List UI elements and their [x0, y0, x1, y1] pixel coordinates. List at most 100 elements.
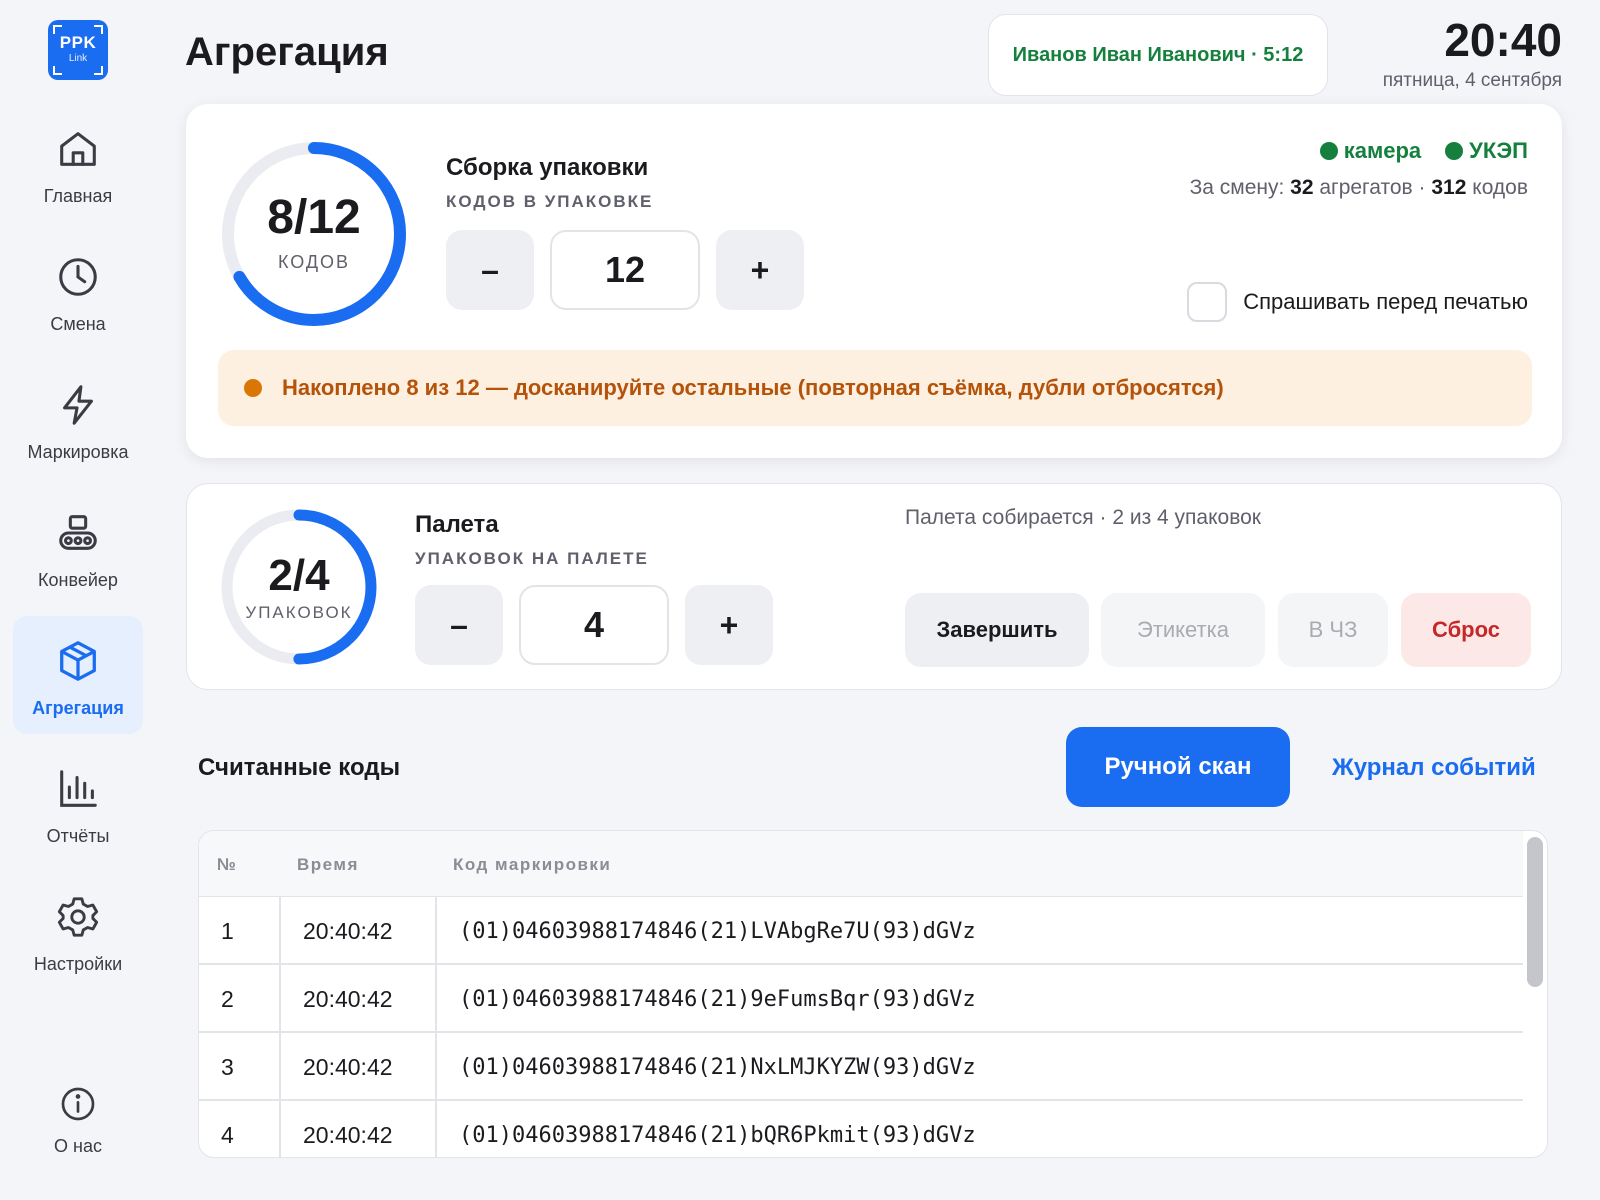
clock: 20:40 пятница, 4 сентября — [1383, 14, 1562, 92]
sidebar-item-marking[interactable]: Маркировка — [13, 360, 143, 478]
sidebar-item-aggregation[interactable]: Агрегация — [13, 616, 143, 734]
package-progress-unit: КОДОВ — [277, 252, 351, 272]
sidebar-item-home[interactable]: Главная — [13, 104, 143, 222]
box-icon — [60, 641, 96, 681]
user-shift-chip[interactable]: Иванов Иван Иванович · 5:12 — [988, 14, 1328, 96]
row-time: 20:40:42 — [281, 897, 437, 965]
clock-time: 20:40 — [1444, 14, 1562, 66]
logo-subtext: Link — [68, 53, 88, 64]
pallet-title: Палета — [415, 511, 499, 538]
camera-status-label: камера — [1343, 138, 1422, 163]
table-header: № Время Код маркировки — [199, 831, 1523, 897]
accumulation-warning: Накоплено 8 из 12 — досканируйте остальн… — [218, 350, 1532, 426]
column-header-time: Время — [297, 855, 359, 874]
table-row: 3 20:40:42 (01)04603988174846(21)NxLMJKY… — [199, 1033, 1523, 1101]
shift-aggregates-count: 32 — [1290, 176, 1314, 199]
pallet-progress-ring: 2/4 УПАКОВОК — [219, 507, 379, 667]
home-icon — [60, 132, 96, 166]
row-number: 1 — [199, 897, 281, 965]
pallet-progress-value: 2/4 — [268, 551, 330, 600]
scrollbar-thumb[interactable] — [1527, 837, 1543, 987]
row-time: 20:40:42 — [281, 1101, 437, 1157]
package-decrement-button[interactable]: – — [446, 230, 534, 310]
table-row: 4 20:40:42 (01)04603988174846(21)bQR6Pkm… — [199, 1101, 1523, 1157]
sidebar-item-shift[interactable]: Смена — [13, 232, 143, 350]
shift-codes-count: 312 — [1431, 176, 1467, 199]
warning-text: Накоплено 8 из 12 — досканируйте остальн… — [282, 375, 1224, 400]
sidebar-item-label: Маркировка — [27, 442, 129, 462]
warning-dot — [244, 379, 262, 397]
ask-before-print-checkbox[interactable] — [1187, 282, 1228, 322]
sidebar-item-label: Настройки — [33, 954, 123, 974]
info-icon — [61, 1087, 95, 1121]
row-time: 20:40:42 — [281, 1033, 437, 1101]
table-row: 1 20:40:42 (01)04603988174846(21)LVAbgRe… — [199, 897, 1523, 965]
pallet-size-value[interactable]: 4 — [519, 585, 669, 665]
scanned-codes-title: Считанные коды — [198, 754, 401, 781]
package-increment-button[interactable]: + — [716, 230, 804, 310]
column-header-no: № — [217, 855, 238, 874]
gear-icon — [57, 897, 99, 937]
clock-date: пятница, 4 сентября — [1382, 70, 1562, 91]
row-number: 2 — [199, 965, 281, 1033]
package-title: Сборка упаковки — [446, 154, 649, 181]
package-progress-ring: 8/12 КОДОВ — [218, 138, 410, 330]
device-status: камера УКЭП — [1319, 138, 1528, 164]
sidebar-item-label: О нас — [54, 1136, 102, 1156]
column-header-code: Код маркировки — [453, 855, 612, 874]
sidebar-item-label: Отчёты — [46, 826, 110, 846]
sidebar-item-settings[interactable]: Настройки — [13, 872, 143, 990]
finish-button[interactable]: Завершить — [905, 593, 1089, 667]
sidebar: PPK Link Главная Смена Маркировка Конвей… — [0, 0, 156, 1200]
pallet-increment-button[interactable]: + — [685, 585, 773, 665]
shift-codes-label: кодов — [1472, 176, 1528, 199]
shift-aggregates-label: агрегатов · — [1319, 176, 1426, 199]
row-number: 4 — [199, 1101, 281, 1157]
row-code: (01)04603988174846(21)NxLMJKYZW(93)dGVz — [459, 1054, 976, 1080]
row-time: 20:40:42 — [281, 965, 437, 1033]
lightning-icon — [63, 385, 93, 425]
ukep-status-label: УКЭП — [1469, 138, 1528, 163]
manual-scan-button[interactable]: Ручной скан — [1066, 727, 1290, 807]
sidebar-item-label: Главная — [43, 186, 113, 206]
ask-before-print-label: Спрашивать перед печатью — [1243, 289, 1528, 314]
label-button[interactable]: Этикетка — [1101, 593, 1265, 667]
ask-before-print[interactable]: Спрашивать перед печатью — [1187, 282, 1528, 322]
ukep-status-dot — [1445, 142, 1464, 160]
reset-button[interactable]: Сброс — [1401, 593, 1531, 667]
package-progress-value: 8/12 — [267, 191, 361, 244]
pallet-subtitle: УПАКОВОК НА ПАЛЕТЕ — [415, 549, 649, 568]
row-code: (01)04603988174846(21)bQR6Pkmit(93)dGVz — [459, 1122, 976, 1148]
event-journal-link[interactable]: Журнал событий — [1332, 754, 1536, 782]
app-logo: PPK Link — [48, 20, 108, 80]
clock-icon — [59, 258, 97, 296]
pallet-progress-unit: УПАКОВОК — [245, 603, 353, 622]
row-code: (01)04603988174846(21)LVAbgRe7U(93)dGVz — [459, 918, 976, 944]
shift-stats: За смену: 32 агрегатов · 312 кодов — [1190, 176, 1528, 200]
package-size-value[interactable]: 12 — [550, 230, 700, 310]
package-subtitle: КОДОВ В УПАКОВКЕ — [446, 192, 654, 211]
page-title: Агрегация — [185, 30, 389, 74]
package-assembly-card: 8/12 КОДОВ Сборка упаковки КОДОВ В УПАКО… — [186, 104, 1562, 458]
sidebar-item-about[interactable]: О нас — [13, 1070, 143, 1180]
sidebar-item-reports[interactable]: Отчёты — [13, 744, 143, 862]
camera-status: камера — [1319, 138, 1422, 164]
pallet-card: 2/4 УПАКОВОК Палета УПАКОВОК НА ПАЛЕТЕ –… — [186, 483, 1562, 690]
row-code: (01)04603988174846(21)9eFumsBqr(93)dGVz — [459, 986, 976, 1012]
chart-icon — [60, 770, 97, 807]
table-scrollbar[interactable] — [1527, 837, 1543, 1153]
sidebar-item-label: Смена — [50, 314, 106, 334]
ukep-status: УКЭП — [1445, 138, 1528, 164]
table-row: 2 20:40:42 (01)04603988174846(21)9eFumsB… — [199, 965, 1523, 1033]
sidebar-item-label: Конвейер — [38, 570, 118, 590]
row-number: 3 — [199, 1033, 281, 1101]
sidebar-item-conveyor[interactable]: Конвейер — [13, 488, 143, 606]
logo-text: PPK — [59, 33, 97, 52]
pallet-decrement-button[interactable]: – — [415, 585, 503, 665]
sidebar-item-label: Агрегация — [32, 698, 124, 718]
pallet-status: Палета собирается · 2 из 4 упаковок — [905, 506, 1261, 529]
conveyor-icon — [59, 515, 97, 550]
scanned-codes-table: № Время Код маркировки 1 20:40:42 (01)04… — [198, 830, 1548, 1158]
send-to-cz-button[interactable]: В ЧЗ — [1278, 593, 1388, 667]
camera-status-dot — [1319, 142, 1338, 160]
